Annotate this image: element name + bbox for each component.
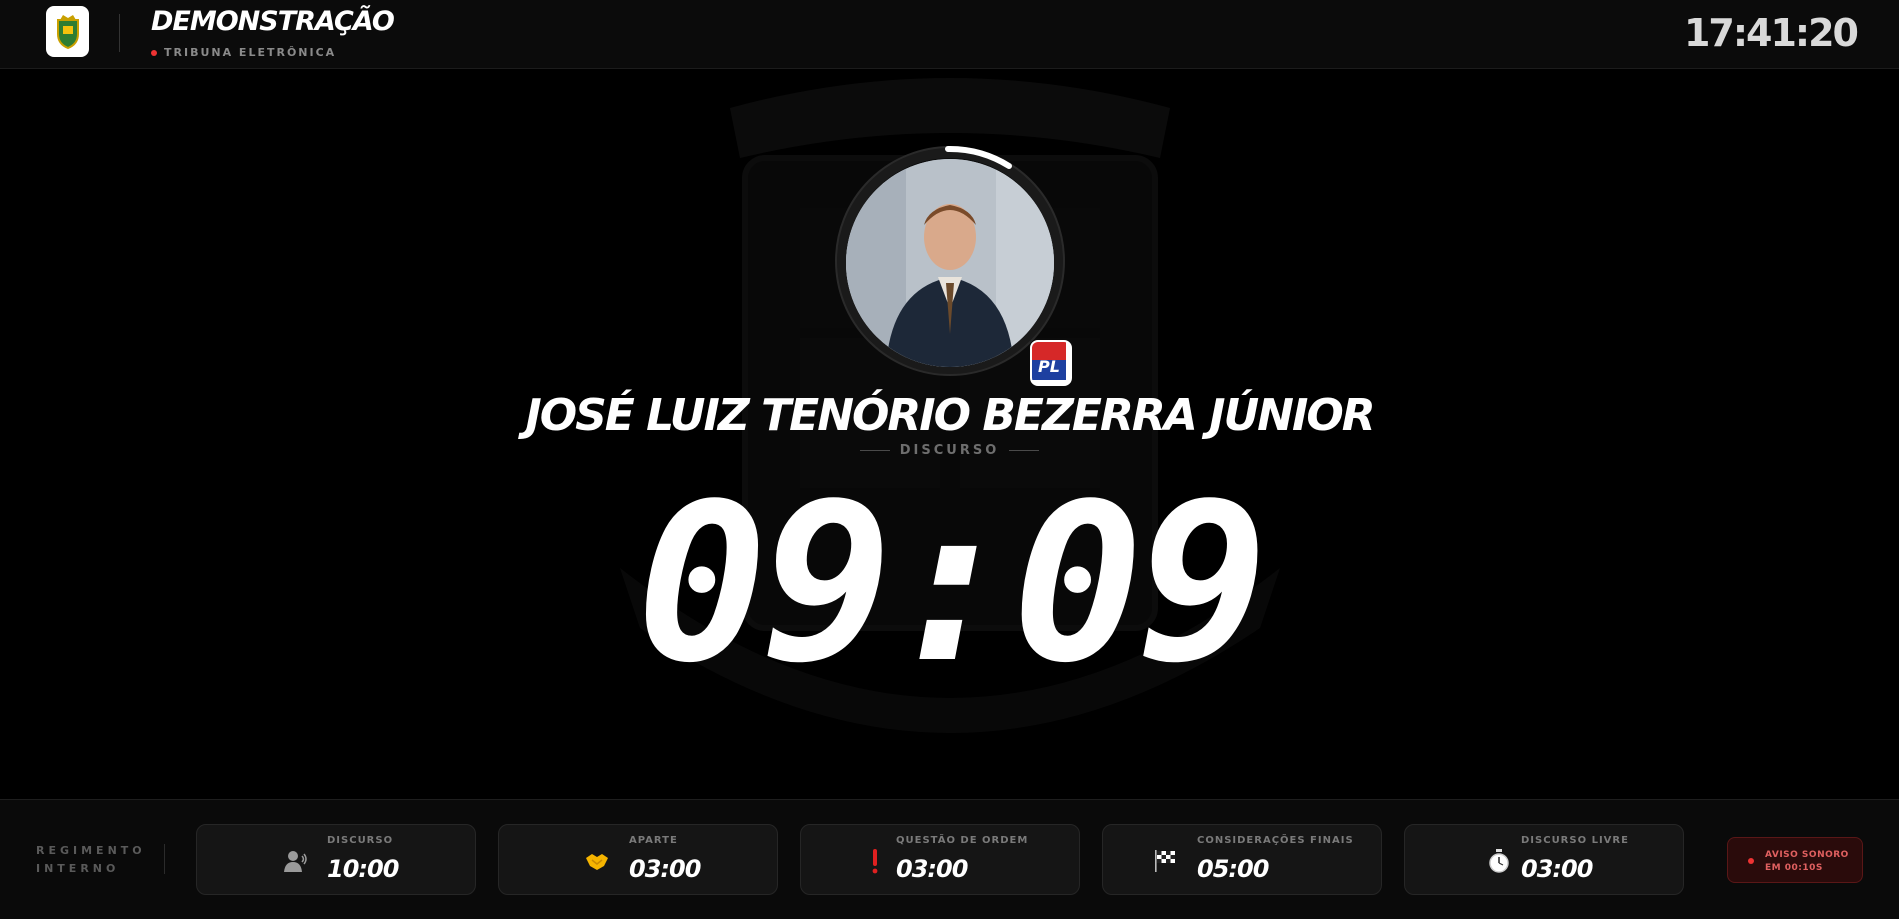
speech-mode-text: DISCURSO (899, 443, 1000, 458)
page-subtitle: TRIBUNA ELETRÔNICA (151, 46, 336, 59)
alert-dot (1748, 858, 1754, 864)
exclamation-icon (861, 847, 889, 875)
rules-label-line1: REGIMENTO (36, 844, 146, 857)
party-abbreviation: PL (1038, 357, 1060, 376)
live-indicator-dot (151, 49, 157, 56)
time-card-discurso[interactable]: DISCURSO 10:00 (196, 824, 476, 895)
speaker-photo (846, 159, 1054, 367)
time-card-label: DISCURSO LIVRE (1521, 835, 1629, 846)
mode-line-right (1009, 450, 1040, 451)
time-card-discurso-livre[interactable]: DISCURSO LIVRE 03:00 (1404, 824, 1684, 895)
rules-bar: REGIMENTO INTERNO DISCURSO 10:00 APARTE … (0, 799, 1899, 919)
time-card-label: DISCURSO (327, 835, 394, 846)
time-card-aparte[interactable]: APARTE 03:00 (498, 824, 778, 895)
page-subtitle-text: TRIBUNA ELETRÔNICA (164, 46, 337, 59)
current-time: 17:41:20 (1683, 11, 1859, 55)
time-card-value: 03:00 (1521, 855, 1593, 883)
header-divider (119, 14, 120, 52)
speech-mode-label: DISCURSO (0, 443, 1899, 458)
time-card-value: 05:00 (1197, 855, 1269, 883)
mode-line-left (859, 450, 890, 451)
sound-alert-badge: AVISO SONORO EM 00:10S (1727, 837, 1863, 883)
rules-divider (164, 844, 165, 874)
time-card-label: QUESTÃO DE ORDEM (896, 835, 1029, 846)
page-title: DEMONSTRAÇÃO (151, 6, 395, 37)
countdown-timer: 09:09 (636, 458, 1268, 711)
rules-label-line2: INTERNO (36, 862, 120, 875)
time-card-label: APARTE (629, 835, 678, 846)
speaker-person-icon (281, 847, 309, 875)
top-header: DEMONSTRAÇÃO TRIBUNA ELETRÔNICA 17:41:20 (0, 0, 1899, 69)
checkered-flag-icon (1151, 847, 1179, 875)
rules-section-label: REGIMENTO INTERNO (36, 842, 146, 878)
time-card-label: CONSIDERAÇÕES FINAIS (1197, 835, 1354, 846)
time-card-value: 10:00 (327, 855, 399, 883)
alert-text-line2: EM 00:10S (1765, 863, 1823, 873)
speaker-name: JOSÉ LUIZ TENÓRIO BEZERRA JÚNIOR (525, 390, 1375, 441)
time-card-value: 03:00 (896, 855, 968, 883)
handshake-icon (583, 847, 611, 875)
municipal-crest-logo (46, 6, 89, 57)
alert-text: AVISO SONORO EM 00:10S (1765, 849, 1849, 875)
time-card-value: 03:00 (629, 855, 701, 883)
time-card-consideracoes-finais[interactable]: CONSIDERAÇÕES FINAIS 05:00 (1102, 824, 1382, 895)
stopwatch-icon (1485, 847, 1513, 875)
alert-text-line1: AVISO SONORO (1765, 850, 1849, 860)
time-card-questao-de-ordem[interactable]: QUESTÃO DE ORDEM 03:00 (800, 824, 1080, 895)
party-logo-badge: PL (1030, 340, 1072, 386)
